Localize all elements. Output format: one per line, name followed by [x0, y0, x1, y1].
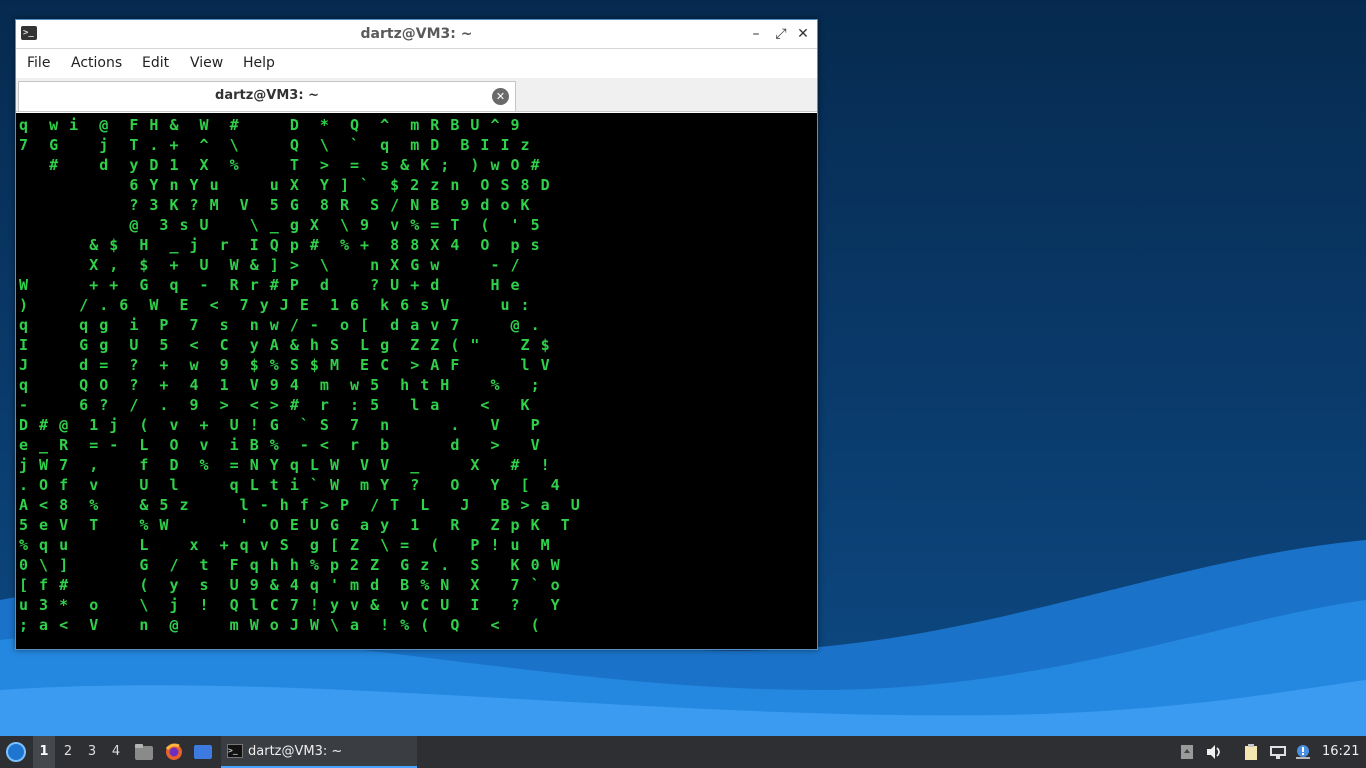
terminal-line: D # @ 1 j ( v + U ! G ` S 7 n . V P	[19, 416, 541, 434]
workspace-4[interactable]: 4	[105, 736, 127, 768]
terminal-line: 5 e V T % W ' O E U G a y 1 R Z p K T	[19, 516, 571, 534]
network-icon[interactable]	[1269, 744, 1287, 760]
desktop-icon[interactable]	[193, 743, 213, 761]
terminal-line: e _ R = - L O v i B % - < r b d > V	[19, 436, 541, 454]
terminal-line: u 3 * o \ j ! Q l C 7 ! y v & v C U I ? …	[19, 596, 561, 614]
terminal-tab[interactable]: dartz@VM3: ~ ✕	[18, 81, 516, 111]
volume-icon[interactable]	[1205, 744, 1223, 760]
terminal-line: q Q O ? + 4 1 V 9 4 m w 5 h t H % ;	[19, 376, 541, 394]
terminal-line: A < 8 % & 5 z l - h f > P / T L J B > a …	[19, 496, 581, 514]
terminal-line: j W 7 , f D % = N Y q L W V V _ X # !	[19, 456, 551, 474]
maximize-button[interactable]: ⤢	[771, 24, 791, 44]
menu-edit[interactable]: Edit	[142, 55, 169, 71]
terminal-line: % q u L x + q v S g [ Z \ = ( P ! u M	[19, 536, 551, 554]
task-label: dartz@VM3: ~	[248, 744, 343, 759]
matrix-rain-text: q w i @ F H & W # D * Q ^ m R B U ^ 9 7 …	[19, 115, 581, 635]
workspace-1[interactable]: 1	[33, 736, 55, 768]
firefox-icon[interactable]	[164, 743, 184, 761]
menubar: File Actions Edit View Help	[16, 50, 817, 78]
workspace-3[interactable]: 3	[81, 736, 103, 768]
terminal-line: J d = ? + w 9 $ % S $ M E C > A F l V	[19, 356, 551, 374]
terminal-line: 6 Y n Y u u X Y ] ` $ 2 z n O S 8 D	[19, 176, 551, 194]
terminal-line: - 6 ? / . 9 > < > # r : 5 l a < K	[19, 396, 531, 414]
menu-help[interactable]: Help	[243, 55, 275, 71]
file-manager-icon[interactable]	[134, 743, 154, 761]
menu-actions[interactable]: Actions	[71, 55, 122, 71]
notification-icon[interactable]	[1294, 744, 1312, 760]
tab-close-icon[interactable]: ✕	[492, 88, 509, 105]
terminal-line: W + + G q - R r # P d ? U + d H e	[19, 276, 521, 294]
terminal-line: ; a < V n @ m W o J W \ a ! % ( Q < (	[19, 616, 541, 634]
window-title: dartz@VM3: ~	[360, 26, 473, 42]
tab-bar: dartz@VM3: ~ ✕	[16, 78, 817, 112]
minimize-button[interactable]: –	[746, 24, 766, 44]
close-button[interactable]: ✕	[793, 24, 813, 44]
terminal-line: ) / . 6 W E < 7 y J E 1 6 k 6 s V u :	[19, 296, 531, 314]
terminal-line: 0 \ ] G / t F q h h % p 2 Z G z . S K 0 …	[19, 556, 561, 574]
clipboard-icon[interactable]	[1242, 744, 1260, 760]
start-menu-icon[interactable]	[6, 742, 26, 762]
terminal-output[interactable]: q w i @ F H & W # D * Q ^ m R B U ^ 9 7 …	[16, 113, 817, 649]
terminal-line: 7 G j T . + ^ \ Q \ ` q m D B I I z	[19, 136, 531, 154]
terminal-icon: >_	[227, 744, 243, 758]
terminal-line: . O f v U l q L t i ` W m Y ? O Y [ 4	[19, 476, 561, 494]
window-titlebar[interactable]: >_ dartz@VM3: ~ – ⤢ ✕	[16, 20, 817, 49]
terminal-line: q w i @ F H & W # D * Q ^ m R B U ^ 9	[19, 116, 541, 134]
eject-icon[interactable]	[1178, 744, 1196, 760]
terminal-line: q q g i P 7 s n w / - o [ d a v 7 @ .	[19, 316, 541, 334]
taskbar: 1 2 3 4 >_ dartz@VM3: ~ 16:21	[0, 736, 1366, 768]
terminal-line: & $ H _ j r I Q p # % + 8 8 X 4 O p s	[19, 236, 541, 254]
terminal-line: X , $ + U W & ] > \ n X G w - /	[19, 256, 521, 274]
menu-file[interactable]: File	[27, 55, 50, 71]
workspace-2[interactable]: 2	[57, 736, 79, 768]
terminal-line: ? 3 K ? M V 5 G 8 R S / N B 9 d o K	[19, 196, 531, 214]
menu-view[interactable]: View	[190, 55, 223, 71]
clock: 16:21	[1322, 744, 1360, 759]
terminal-line: # d y D 1 X % T > = s & K ; ) w O #	[19, 156, 541, 174]
tab-label: dartz@VM3: ~	[215, 88, 319, 103]
terminal-line: I G g U 5 < C y A & h S L g Z Z ( " Z $	[19, 336, 551, 354]
task-terminal[interactable]: >_ dartz@VM3: ~	[221, 736, 417, 768]
terminal-window[interactable]: >_ dartz@VM3: ~ – ⤢ ✕ File Actions Edit …	[15, 19, 818, 650]
terminal-line: @ 3 s U \ _ g X \ 9 v % = T ( ' 5	[19, 216, 541, 234]
terminal-line: [ f # ( y s U 9 & 4 q ' m d B % N X 7 ` …	[19, 576, 561, 594]
